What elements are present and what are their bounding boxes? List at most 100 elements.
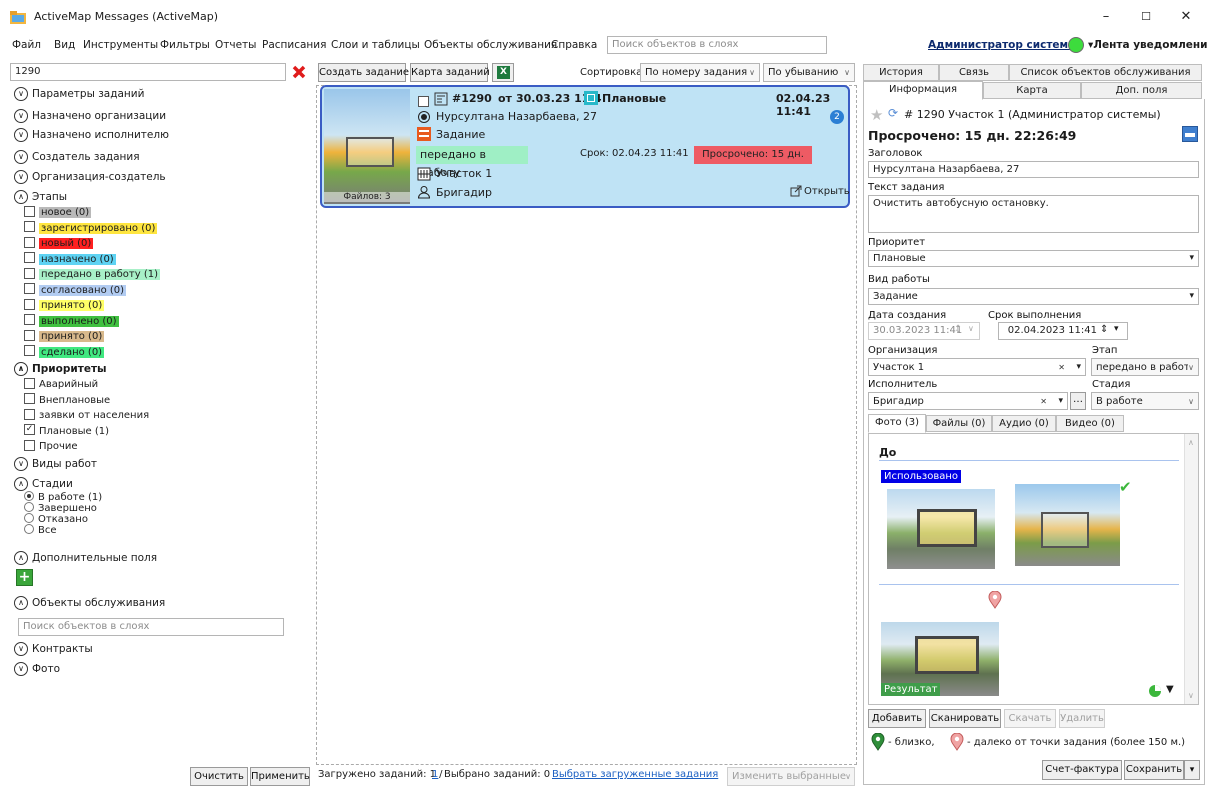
phase-option[interactable]: Все [24, 524, 102, 536]
stage-filter[interactable]: новое (0) [24, 205, 160, 219]
task-map-button[interactable]: Карта заданий [410, 63, 490, 82]
section-photo[interactable]: ∨ Фото [14, 662, 60, 676]
section-extra-fields[interactable]: ∧ Дополнительные поля [14, 551, 157, 565]
add-field-icon[interactable]: + [16, 569, 33, 586]
export-excel-icon[interactable]: X [492, 63, 514, 82]
task-card[interactable]: Файлов: 3 #1290 от 30.03.23 11:4 Плановы… [320, 85, 850, 208]
title-input[interactable]: Нурсултана Назарбаева, 27 [868, 161, 1199, 178]
stage-checkbox[interactable] [24, 236, 35, 248]
add-photo-button[interactable]: Добавить [868, 709, 926, 728]
priority-select[interactable]: Плановые ▾ [868, 250, 1199, 267]
more-button[interactable]: … [1070, 392, 1086, 410]
priority-filter[interactable]: Аварийный [24, 377, 149, 391]
select-loaded-link[interactable]: Выбрать загруженные задания [552, 769, 718, 780]
spinner-icon[interactable]: ⇕ [1100, 324, 1108, 335]
phase-option[interactable]: Завершено [24, 502, 102, 514]
priority-filter[interactable]: ✓ Плановые (1) [24, 424, 149, 438]
work-type-select[interactable]: Задание ▾ [868, 288, 1199, 305]
stage-checkbox[interactable] [24, 267, 35, 279]
delete-button[interactable]: Удалить [1059, 709, 1105, 728]
section-work-types[interactable]: ∨ Виды работ [14, 457, 97, 471]
download-button[interactable]: Скачать [1004, 709, 1056, 728]
stage-checkbox[interactable] [24, 221, 35, 232]
clear-x-icon[interactable]: ✕ [1058, 359, 1065, 376]
close-button[interactable]: ✕ [1166, 4, 1206, 30]
phase-radio[interactable] [24, 524, 34, 534]
menu-view[interactable]: Вид [54, 39, 75, 51]
sort-field-select[interactable]: По номеру задания ∨ [640, 63, 760, 82]
priority-checkbox[interactable] [24, 393, 35, 404]
stage-filter[interactable]: принято (0) [24, 298, 160, 312]
tab-extra-fields[interactable]: Доп. поля [1081, 82, 1202, 99]
clear-search-icon[interactable] [292, 65, 306, 79]
section-assigned-exec[interactable]: ∨ Назначено исполнителю [14, 128, 169, 142]
task-text-input[interactable]: Очистить автобусную остановку. [868, 195, 1199, 233]
section-phases[interactable]: ∧ Стадии [14, 477, 73, 491]
tab-photos[interactable]: Фото (3) [868, 414, 926, 433]
section-assigned-org[interactable]: ∨ Назначено организации [14, 109, 166, 123]
tab-audio[interactable]: Аудио (0) [992, 415, 1056, 432]
menu-reports[interactable]: Отчеты [215, 39, 256, 51]
priority-filter[interactable]: заявки от населения [24, 408, 149, 422]
minimize-button[interactable]: – [1086, 4, 1126, 30]
tab-info[interactable]: Информация [863, 81, 983, 100]
section-creator[interactable]: ∨ Создатель задания [14, 150, 140, 164]
org-select[interactable]: Участок 1 ✕ ▾ [868, 358, 1086, 376]
section-priorities[interactable]: ∧ Приоритеты [14, 362, 107, 376]
photo-before-1[interactable] [887, 489, 995, 569]
phase-select[interactable]: В работе ∨ [1091, 392, 1199, 410]
section-service-objects[interactable]: ∧ Объекты обслуживания [14, 596, 165, 610]
stage-checkbox[interactable] [24, 329, 35, 341]
menu-help[interactable]: Справка [551, 39, 597, 51]
tab-history[interactable]: История [863, 64, 939, 81]
photo-before-2[interactable] [1015, 484, 1120, 566]
stage-filter[interactable]: зарегистрировано (0) [24, 221, 160, 235]
section-task-params[interactable]: ∨ Параметры заданий [14, 87, 144, 101]
notification-feed[interactable]: ▾Лента уведомлений [1088, 39, 1208, 51]
stage-filter[interactable]: выполнено (0) [24, 314, 160, 328]
tab-video[interactable]: Видео (0) [1056, 415, 1124, 432]
menu-service-objects[interactable]: Объекты обслуживания [424, 39, 557, 51]
save-dropdown-icon[interactable]: ▾ [1184, 760, 1200, 780]
task-thumbnail[interactable]: Файлов: 3 [324, 89, 410, 204]
phase-radio[interactable] [24, 502, 34, 512]
clear-x-icon[interactable]: ✕ [1040, 393, 1047, 410]
phase-radio[interactable] [24, 491, 34, 501]
create-task-button[interactable]: Создать задание [318, 63, 409, 82]
deadline-date-field[interactable]: 02.04.2023 11:41 [998, 322, 1128, 340]
scan-button[interactable]: Сканировать [929, 709, 1001, 728]
stage-checkbox[interactable] [24, 298, 35, 310]
priority-checkbox[interactable] [24, 439, 35, 451]
stage-filter[interactable]: назначено (0) [24, 252, 160, 266]
phase-radio[interactable] [24, 513, 34, 523]
maximize-button[interactable]: ☐ [1126, 4, 1166, 30]
menu-schedules[interactable]: Расписания [262, 39, 326, 51]
stage-filter[interactable]: новый (0) [24, 236, 160, 250]
priority-checkbox[interactable] [24, 408, 35, 420]
open-task-link[interactable]: Открыть [804, 186, 850, 197]
photo-result[interactable]: Результат [881, 622, 999, 696]
sort-order-select[interactable]: По убыванию ∨ [763, 63, 855, 82]
stage-checkbox[interactable] [24, 205, 35, 217]
stage-checkbox[interactable] [24, 314, 35, 325]
save-button[interactable]: Сохранить [1124, 760, 1184, 780]
section-stages[interactable]: ∧ Этапы [14, 190, 67, 204]
stage-filter[interactable]: сделано (0) [24, 345, 160, 359]
executor-select[interactable]: Бригадир ✕ ▾ [868, 392, 1068, 410]
stage-select[interactable]: передано в работ ∨ [1091, 358, 1199, 376]
favorite-star-icon[interactable]: ★ [870, 106, 883, 124]
invoice-button[interactable]: Счет-фактура [1042, 760, 1122, 780]
section-creator-org[interactable]: ∨ Организация-создатель [14, 170, 166, 184]
task-search-input[interactable]: 1290 [10, 63, 286, 81]
print-icon[interactable] [1182, 126, 1198, 142]
tab-map[interactable]: Карта [983, 82, 1081, 99]
apply-button[interactable]: Применить [250, 767, 310, 786]
dropdown-arrow-icon[interactable]: ▼ [1166, 684, 1174, 695]
stage-checkbox[interactable] [24, 345, 35, 356]
clear-button[interactable]: Очистить [190, 767, 248, 786]
task-select-checkbox[interactable] [418, 95, 429, 107]
change-selected-button[interactable]: Изменить выбранные ∨ [727, 767, 855, 786]
priority-filter[interactable]: Прочие [24, 439, 149, 453]
menu-layers[interactable]: Слои и таблицы [331, 39, 420, 51]
stage-checkbox[interactable] [24, 283, 35, 294]
